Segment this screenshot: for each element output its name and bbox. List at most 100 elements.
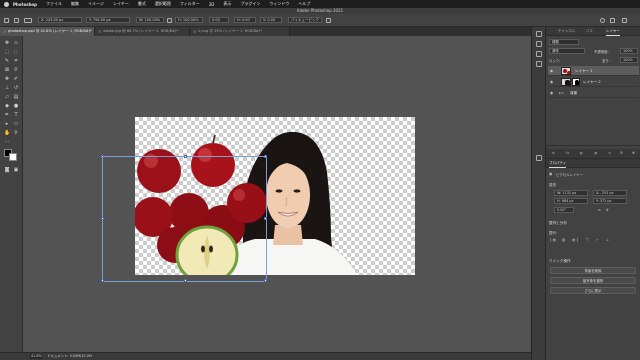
- width-percent-field[interactable]: W: 100.00%: [136, 17, 164, 23]
- tab-layers[interactable]: レイヤー: [606, 27, 620, 36]
- menu-window[interactable]: ウィンドウ: [269, 1, 289, 7]
- transform-bounding-box[interactable]: [101, 155, 267, 282]
- screen-mode-icon[interactable]: ▣: [13, 167, 19, 173]
- history-icon[interactable]: [536, 31, 542, 37]
- layer-filter-select[interactable]: 種類: [549, 39, 579, 45]
- menu-help[interactable]: ヘルプ: [298, 1, 310, 7]
- tab-channels[interactable]: チャンネル: [558, 27, 575, 36]
- quick-mask-icon[interactable]: ◙: [4, 167, 10, 173]
- menu-app-name[interactable]: Photoshop: [13, 2, 37, 7]
- fx-icon[interactable]: fx: [566, 149, 569, 158]
- properties-icon[interactable]: [536, 155, 542, 161]
- prop-width-field[interactable]: W: 1132 px: [554, 190, 588, 196]
- transform-handle-bottom-right[interactable]: [264, 279, 267, 282]
- eraser-tool-icon[interactable]: ▱: [4, 94, 10, 100]
- visibility-eye-icon[interactable]: ◉: [550, 80, 553, 84]
- close-icon[interactable]: ×: [3, 27, 6, 36]
- commit-transform-icon[interactable]: [610, 18, 615, 23]
- prop-height-field[interactable]: H: 984 px: [554, 198, 588, 204]
- menu-select[interactable]: 選択範囲: [155, 1, 171, 7]
- tab-paths[interactable]: パス: [586, 27, 593, 36]
- gradient-tool-icon[interactable]: ▤: [13, 94, 19, 100]
- layer-row-2[interactable]: ◉ レイヤー 2: [548, 77, 639, 87]
- delete-layer-icon[interactable]: ✖: [632, 149, 635, 158]
- menu-type[interactable]: 書式: [138, 1, 146, 7]
- align-section-header[interactable]: 整列と分布: [549, 221, 567, 226]
- transform-handle-top-right[interactable]: [264, 155, 267, 158]
- blur-tool-icon[interactable]: ◆: [4, 103, 10, 109]
- transform-handle-bottom[interactable]: [184, 279, 187, 282]
- cancel-transform-icon[interactable]: [600, 18, 605, 23]
- menu-plugins[interactable]: プラグイン: [240, 1, 260, 7]
- menu-3d[interactable]: 3D: [209, 2, 215, 7]
- menu-image[interactable]: イメージ: [88, 1, 104, 7]
- opacity-field[interactable]: 100%: [620, 48, 638, 54]
- quick-select-tool-icon[interactable]: ✎: [4, 58, 10, 64]
- prop-x-field[interactable]: X: -253 px: [593, 190, 627, 196]
- menu-edit[interactable]: 編集: [71, 1, 79, 7]
- healing-brush-tool-icon[interactable]: ✚: [4, 76, 10, 82]
- interpolation-select[interactable]: バイキュービック: [288, 17, 322, 23]
- home-icon[interactable]: [4, 18, 9, 23]
- reference-point-icon[interactable]: [24, 18, 32, 23]
- transform-handle-top[interactable]: [184, 155, 187, 158]
- hand-tool-icon[interactable]: ✋: [4, 130, 10, 136]
- lasso-tool-icon[interactable]: ◌: [13, 49, 19, 55]
- layer-row-1[interactable]: ◉ レイヤー 1: [548, 66, 639, 76]
- path-select-tool-icon[interactable]: ▸: [4, 121, 10, 127]
- zoom-level-field[interactable]: 41.8%: [30, 354, 42, 359]
- transform-handle-left[interactable]: [101, 217, 104, 220]
- apple-icon[interactable]: [4, 1, 9, 7]
- align-top-icon[interactable]: ⊤: [586, 238, 589, 242]
- share-icon[interactable]: [622, 18, 627, 23]
- zoom-tool-icon[interactable]: ⚲: [13, 130, 19, 136]
- dodge-tool-icon[interactable]: ●: [13, 103, 19, 109]
- learn-icon[interactable]: [536, 41, 542, 47]
- close-icon[interactable]: ×: [193, 27, 196, 36]
- layer-row-3[interactable]: ◉ ▸▭ 背景: [548, 88, 639, 98]
- layer-name[interactable]: 背景: [570, 88, 577, 98]
- angle-field[interactable]: 0.00: [209, 17, 229, 23]
- move-tool-icon[interactable]: ✥: [4, 40, 10, 46]
- align-left-icon[interactable]: ▏▤: [550, 238, 556, 242]
- show-more-button[interactable]: さらに表示: [550, 287, 636, 294]
- brush-tool-icon[interactable]: ✐: [13, 76, 19, 82]
- menu-file[interactable]: ファイル: [46, 1, 62, 7]
- frame-tool-icon[interactable]: ⊠: [4, 67, 10, 73]
- libraries-icon[interactable]: [536, 51, 542, 57]
- remove-background-button[interactable]: 背景を削除: [550, 267, 636, 274]
- layer-name[interactable]: レイヤー 1: [575, 66, 593, 76]
- flip-horizontal-icon[interactable]: ⇋: [598, 208, 601, 212]
- link-icon[interactable]: [167, 18, 172, 23]
- close-icon[interactable]: ×: [98, 27, 101, 36]
- pen-tool-icon[interactable]: ✒: [4, 112, 10, 118]
- more-tools-icon[interactable]: ⋯: [4, 139, 10, 145]
- document-info[interactable]: ドキュメント: 3.00M/15.0M: [47, 354, 92, 359]
- prop-y-field[interactable]: Y: 372 px: [593, 198, 627, 204]
- add-mask-icon[interactable]: ◐: [580, 149, 583, 158]
- height-percent-field[interactable]: H: 100.00%: [175, 17, 203, 23]
- x-position-field[interactable]: X: 243.00 px: [38, 17, 82, 23]
- flip-vertical-icon[interactable]: ⇵: [606, 208, 609, 212]
- adjustments-icon[interactable]: [536, 61, 542, 67]
- align-middle-icon[interactable]: ⊢: [596, 238, 599, 242]
- align-bottom-icon[interactable]: ⊥: [606, 238, 609, 242]
- tab-photoshop-psd[interactable]: × photoshop.psd @ 41.8% (レイヤー 1, RGB/8#)…: [0, 27, 95, 36]
- background-color-swatch[interactable]: [9, 153, 17, 161]
- y-position-field[interactable]: Y: 794.50 px: [86, 17, 130, 23]
- layer-mask-thumbnail[interactable]: [572, 78, 580, 86]
- visibility-eye-icon[interactable]: ◉: [550, 69, 553, 73]
- transform-handle-top-left[interactable]: [101, 155, 104, 158]
- shape-tool-icon[interactable]: ▭: [13, 121, 19, 127]
- adjustment-layer-icon[interactable]: ◑: [594, 149, 597, 158]
- canvas-area[interactable]: [24, 36, 531, 352]
- blend-mode-select[interactable]: 通常: [549, 48, 585, 54]
- menu-layer[interactable]: レイヤー: [113, 1, 129, 7]
- tab-1-png[interactable]: × 1.png @ 25% (レイヤー 1, RGB/8#)*: [190, 27, 290, 36]
- stamp-tool-icon[interactable]: ⊥: [4, 85, 10, 91]
- layer-name[interactable]: レイヤー 2: [583, 77, 601, 87]
- menu-filter[interactable]: フィルター: [180, 1, 200, 7]
- transform-section-header[interactable]: 変形: [549, 183, 556, 188]
- transform-handle-right[interactable]: [264, 217, 267, 220]
- link-layers-icon[interactable]: ⊕: [552, 149, 555, 158]
